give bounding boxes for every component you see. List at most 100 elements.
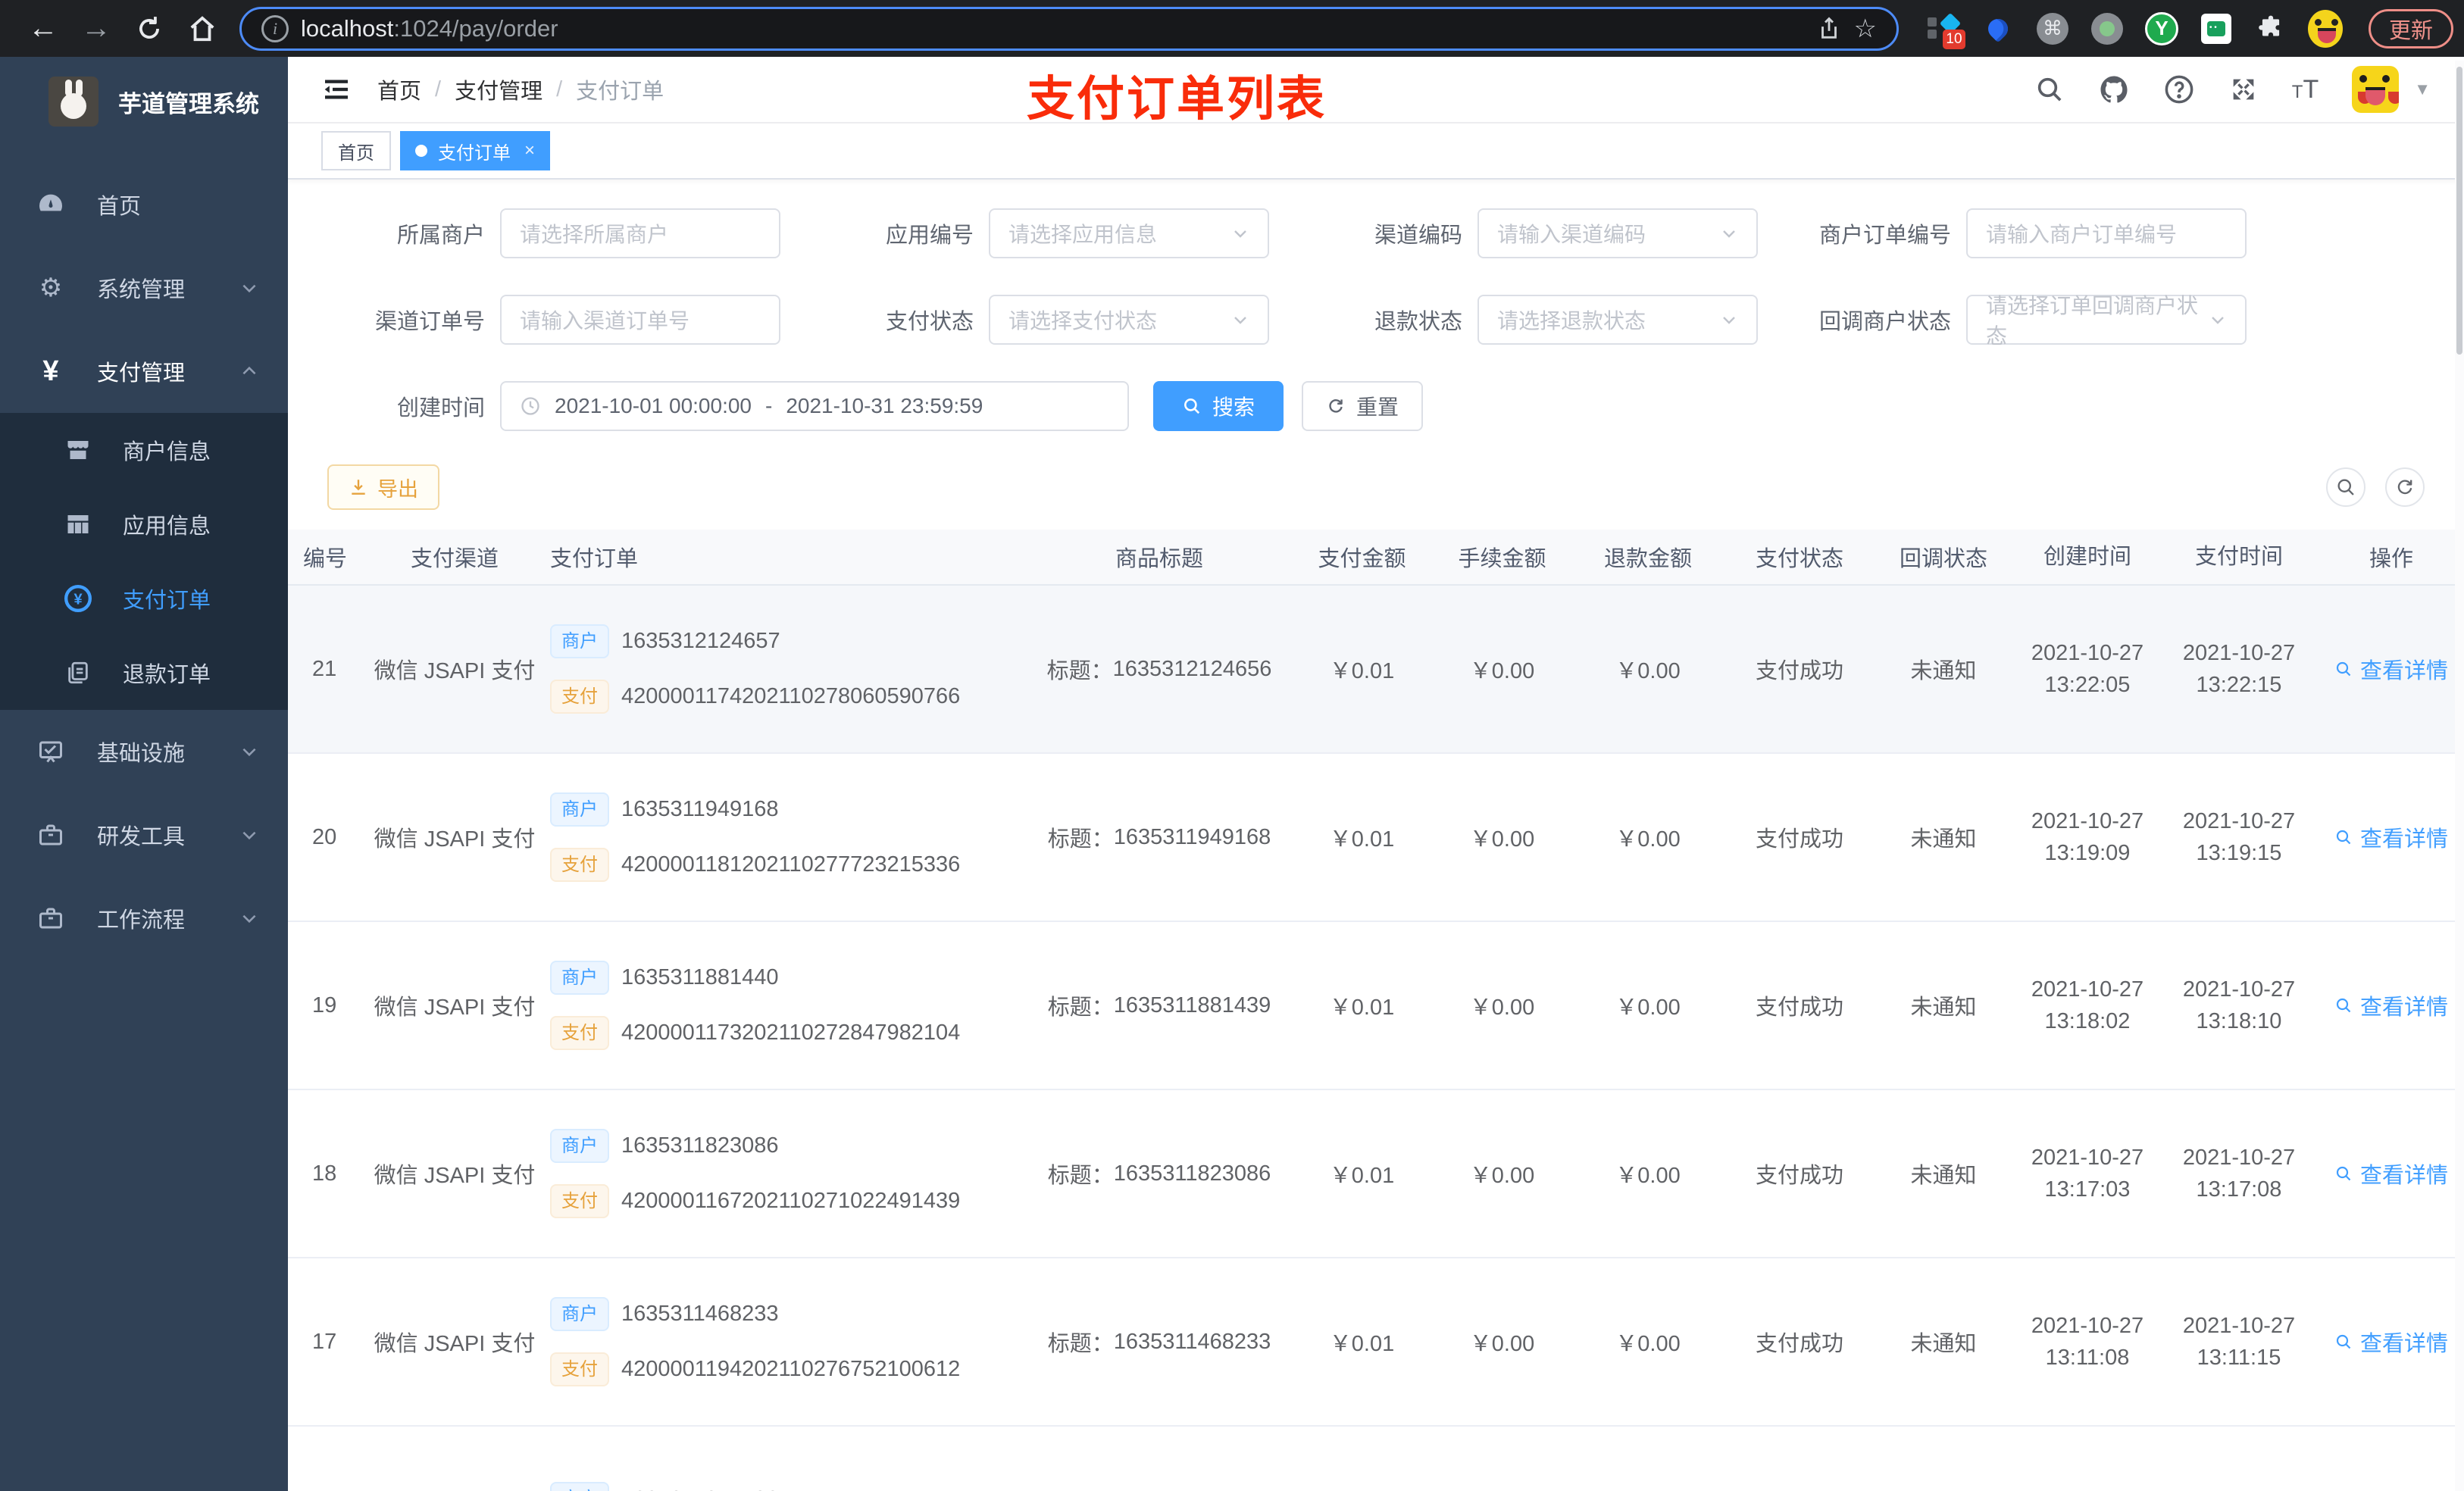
channel-order-no-filter-input[interactable]: 请输入渠道订单号	[500, 295, 780, 345]
avatar-caret-icon[interactable]: ▼	[2414, 80, 2431, 99]
channel-pay-no: 4200001167202110271022491439	[621, 1189, 961, 1214]
monitor-icon	[33, 738, 68, 765]
site-info-icon[interactable]: i	[261, 14, 289, 42]
merchant-filter-label: 所属商户	[396, 223, 485, 248]
tab-pay-order[interactable]: 支付订单 ×	[400, 131, 551, 170]
merchant-order-no-filter-input[interactable]: 请输入商户订单编号	[1966, 208, 2247, 258]
user-avatar[interactable]	[2352, 66, 2400, 113]
gear-icon: ⚙	[39, 274, 63, 302]
sidebar-item-label: 应用信息	[123, 514, 211, 539]
pay-tag: 支付	[550, 1016, 609, 1051]
chevron-down-icon	[2209, 311, 2227, 329]
logo-row: 芋道管理系统	[0, 57, 288, 146]
channel-code-filter-select[interactable]: 请输入渠道编码	[1477, 208, 1758, 258]
home-icon[interactable]	[179, 5, 226, 52]
table-row: 18 微信 JSAPI 支付 商户 1635311823086 支付 4200001…	[288, 1090, 2464, 1258]
app-filter-select[interactable]: 请选择应用信息	[989, 208, 1269, 258]
show-search-toggle-button[interactable]	[2326, 467, 2366, 507]
export-button[interactable]: 导出	[327, 464, 439, 510]
sidebar-item-refund-order[interactable]: 退款订单	[0, 636, 288, 710]
refresh-icon	[1326, 396, 1346, 416]
create-time-range-picker[interactable]: 2021-10-01 00:00:00 - 2021-10-31 23:59:5…	[500, 381, 1129, 431]
extensions-puzzle-icon[interactable]	[2253, 11, 2288, 46]
reload-icon[interactable]	[126, 5, 173, 52]
extension-pin-icon[interactable]	[1981, 11, 2015, 46]
sidebar-item-pay[interactable]: ¥ 支付管理	[0, 330, 288, 413]
back-icon[interactable]: ←	[20, 5, 67, 52]
search-button[interactable]: 搜索	[1153, 381, 1284, 431]
clock-icon	[520, 395, 541, 417]
sidebar-item-infra[interactable]: 基础设施	[0, 710, 288, 793]
view-detail-link[interactable]: 查看详情	[2319, 653, 2464, 685]
browser-update-button[interactable]: 更新	[2369, 8, 2454, 48]
pay-tag: 支付	[550, 1184, 609, 1219]
briefcase-icon	[33, 905, 68, 932]
window-scrollbar[interactable]	[2455, 61, 2464, 1491]
close-icon[interactable]: ×	[524, 140, 535, 161]
refresh-table-button[interactable]	[2385, 467, 2425, 507]
view-detail-link[interactable]: 查看详情	[2319, 989, 2464, 1021]
sidebar-item-app-info[interactable]: 应用信息	[0, 487, 288, 561]
merchant-filter-input[interactable]: 请选择所属商户	[500, 208, 780, 258]
reset-button[interactable]: 重置	[1302, 381, 1424, 431]
view-detail-link[interactable]: 查看详情	[2319, 1158, 2464, 1189]
sidebar-item-label: 基础设施	[97, 742, 186, 766]
sidebar-item-system[interactable]: ⚙ 系统管理	[0, 246, 288, 330]
collapse-sidebar-icon[interactable]	[321, 74, 352, 105]
forward-icon[interactable]: →	[73, 5, 120, 52]
merchant-order-no: 1635312124657	[621, 628, 780, 653]
help-icon[interactable]	[2163, 73, 2195, 105]
browser-toolbar: ← → i localhost:1024/pay/order ☆ 10 ⌘ Y …	[0, 0, 2464, 57]
date-end: 2021-10-31 23:59:59	[786, 394, 983, 417]
chevron-down-icon	[239, 908, 259, 928]
breadcrumb-home[interactable]: 首页	[377, 73, 421, 105]
pay-tag: 支付	[550, 680, 609, 714]
chevron-down-icon	[239, 278, 259, 298]
fullscreen-icon[interactable]	[2228, 74, 2259, 105]
sidebar-item-home[interactable]: 首页	[0, 163, 288, 246]
sidebar-item-pay-order[interactable]: ¥ 支付订单	[0, 561, 288, 636]
download-icon	[349, 477, 368, 497]
sidebar-item-dev-tools[interactable]: 研发工具	[0, 793, 288, 877]
pay-status-filter-select[interactable]: 请选择支付状态	[989, 295, 1269, 345]
merchant-tag: 商户	[550, 792, 609, 827]
tags-view-bar: 首页 支付订单 ×	[288, 123, 2464, 180]
chevron-down-icon	[1231, 311, 1249, 329]
sidebar-item-merchant-info[interactable]: 商户信息	[0, 413, 288, 487]
status-text: 支付成功	[1755, 659, 1843, 683]
sidebar-item-workflow[interactable]: 工作流程	[0, 877, 288, 960]
search-icon[interactable]	[2034, 74, 2065, 105]
channel-pay-no: 4200001181202110277723215336	[621, 852, 961, 877]
notify-text: 未通知	[1910, 996, 1977, 1020]
merchant-tag: 商户	[550, 1128, 609, 1163]
yen-icon: ¥	[42, 355, 59, 387]
breadcrumb: 首页 / 支付管理 / 支付订单	[377, 73, 664, 105]
extension-record-icon[interactable]	[2090, 11, 2125, 46]
refund-status-filter-select[interactable]: 请选择退款状态	[1477, 295, 1758, 345]
scrollbar-thumb[interactable]	[2456, 67, 2462, 355]
extension-chat-icon[interactable]	[2199, 11, 2234, 46]
tab-home[interactable]: 首页	[321, 131, 391, 170]
address-bar[interactable]: i localhost:1024/pay/order ☆	[239, 6, 1899, 51]
bookmark-star-icon[interactable]: ☆	[1854, 14, 1877, 44]
notify-status-filter-select[interactable]: 请选择订单回调商户状态	[1966, 294, 2247, 348]
page-content: 所属商户 请选择所属商户 应用编号 请选择应用信息 渠道编码 请输入渠道编码 商…	[288, 180, 2464, 1491]
view-detail-link[interactable]: 查看详情	[2319, 1326, 2464, 1358]
extension-y-icon[interactable]: Y	[2144, 11, 2179, 46]
status-text: 支付成功	[1755, 996, 1843, 1020]
extension-diamond-icon[interactable]: 10	[1926, 11, 1965, 49]
share-icon[interactable]	[1816, 16, 1842, 42]
profile-avatar-icon[interactable]	[2308, 9, 2343, 48]
merchant-order-no: 1635311468233	[621, 1301, 779, 1326]
sidebar-item-label: 系统管理	[97, 278, 186, 302]
font-size-icon[interactable]: TT	[2292, 75, 2319, 105]
view-detail-link[interactable]: 查看详情	[2319, 821, 2464, 853]
documents-icon	[61, 660, 95, 686]
store-icon	[61, 436, 95, 464]
col-title: 商品标题	[1115, 547, 1203, 571]
github-icon[interactable]	[2098, 73, 2130, 105]
pay-order-table: 编号 支付渠道 支付订单 商品标题 支付金额 手续金额 退款金额 支付状态 回调…	[288, 530, 2464, 1491]
extension-command-icon[interactable]: ⌘	[2035, 11, 2070, 46]
merchant-order-no-filter-label: 商户订单编号	[1818, 223, 1951, 248]
breadcrumb-pay[interactable]: 支付管理	[455, 73, 543, 105]
